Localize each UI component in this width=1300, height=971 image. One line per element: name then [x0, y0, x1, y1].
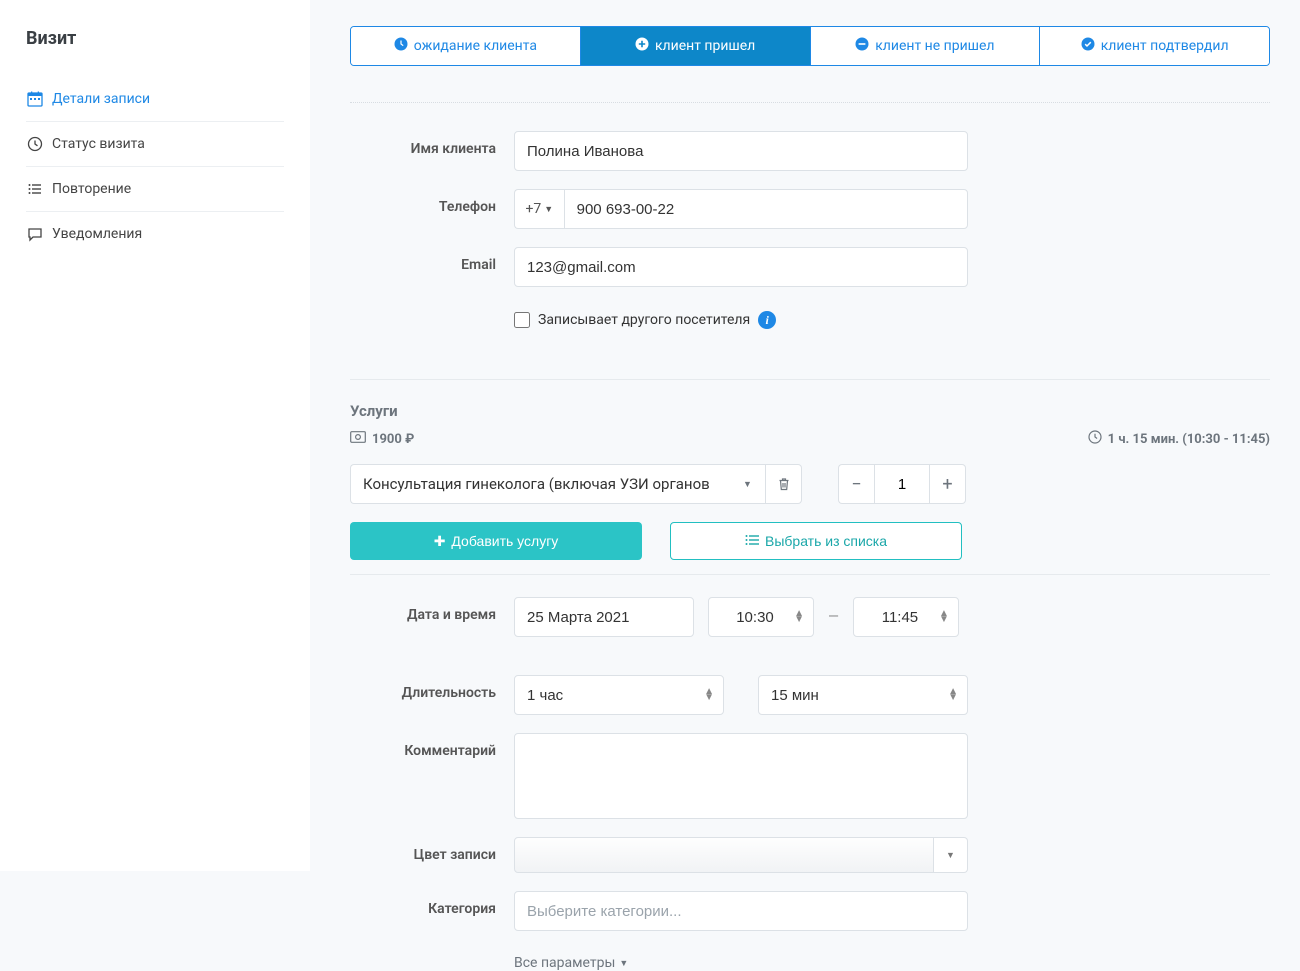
qty-input[interactable] — [874, 464, 930, 504]
service-delete-button[interactable] — [766, 464, 802, 504]
add-service-button[interactable]: ✚ Добавить услугу — [350, 522, 642, 560]
caret-down-icon: ▼ — [619, 958, 628, 969]
time-start-select[interactable] — [708, 597, 814, 637]
status-tab-arrived[interactable]: клиент пришел — [581, 27, 811, 65]
sidebar-item-label: Статус визита — [52, 136, 145, 152]
label-comment: Комментарий — [350, 733, 514, 759]
status-tabs: ожидание клиента клиент пришел клиент не… — [350, 26, 1270, 66]
divider — [350, 102, 1270, 103]
clock-icon — [26, 136, 44, 152]
pick-from-list-button[interactable]: Выбрать из списка — [670, 522, 962, 560]
phone-code-value: +7 — [525, 201, 541, 217]
trash-icon — [777, 477, 791, 491]
main-panel: ожидание клиента клиент пришел клиент не… — [310, 0, 1300, 871]
caret-down-icon: ▼ — [743, 479, 752, 490]
phone-input[interactable] — [564, 189, 968, 229]
label-client-name: Имя клиента — [350, 131, 514, 157]
services-section: Услуги 1900 ₽ 1 ч. 15 мин. (10:30 - 11:4… — [350, 402, 1270, 560]
plus-icon: ✚ — [434, 533, 446, 550]
caret-down-icon: ▼ — [544, 204, 553, 215]
plus-circle-icon — [635, 37, 649, 55]
calendar-icon — [26, 91, 44, 107]
status-tab-noshow[interactable]: клиент не пришел — [811, 27, 1041, 65]
phone-code-select[interactable]: +7 ▼ — [514, 189, 564, 229]
all-params-label: Все параметры — [514, 955, 615, 971]
qty-increase-button[interactable]: + — [930, 464, 966, 504]
check-circle-icon — [1081, 37, 1095, 55]
services-duration: 1 ч. 15 мин. (10:30 - 11:45) — [1108, 432, 1270, 447]
date-input[interactable] — [514, 597, 694, 637]
sidebar-item-repeat[interactable]: Повторение — [26, 167, 284, 212]
time-separator: — — [828, 609, 839, 625]
other-visitor-checkbox[interactable] — [514, 312, 530, 328]
caret-down-icon: ▼ — [946, 850, 955, 861]
client-section: Имя клиента Телефон +7 ▼ Email — [350, 131, 1270, 365]
services-price: 1900 ₽ — [372, 432, 414, 447]
service-select: Консультация гинеколога (включая УЗИ орг… — [350, 464, 802, 504]
list-icon — [26, 181, 44, 197]
clock-icon — [1088, 430, 1102, 448]
money-icon — [350, 431, 366, 447]
label-color: Цвет записи — [350, 837, 514, 863]
minus-circle-icon — [855, 37, 869, 55]
client-name-input[interactable] — [514, 131, 968, 171]
label-category: Категория — [350, 891, 514, 917]
sidebar-item-label: Повторение — [52, 181, 131, 197]
divider — [350, 574, 1270, 575]
color-swatch[interactable] — [514, 837, 934, 873]
divider — [350, 379, 1270, 380]
status-tab-label: клиент не пришел — [875, 38, 994, 54]
label-email: Email — [350, 247, 514, 273]
sidebar-item-label: Детали записи — [52, 91, 150, 107]
list-icon — [745, 533, 759, 549]
sidebar-item-label: Уведомления — [52, 226, 142, 242]
sidebar-item-details[interactable]: Детали записи — [26, 77, 284, 122]
quantity-stepper: − + — [838, 464, 966, 504]
status-tab-label: клиент пришел — [655, 38, 755, 54]
duration-minutes-select[interactable] — [758, 675, 968, 715]
label-phone: Телефон — [350, 189, 514, 215]
status-tab-label: ожидание клиента — [414, 38, 537, 54]
sidebar: Визит Детали записи Статус визита Повтор… — [0, 0, 310, 871]
sidebar-item-status[interactable]: Статус визита — [26, 122, 284, 167]
comment-icon — [26, 226, 44, 242]
service-name-input[interactable]: Консультация гинеколога (включая УЗИ орг… — [350, 464, 730, 504]
all-params-toggle[interactable]: Все параметры ▼ — [514, 955, 628, 971]
sidebar-title: Визит — [26, 28, 284, 49]
service-dropdown-toggle[interactable]: ▼ — [730, 464, 766, 504]
duration-hours-select[interactable] — [514, 675, 724, 715]
other-visitor-label: Записывает другого посетителя — [538, 312, 750, 328]
status-tab-label: клиент подтвердил — [1101, 38, 1229, 54]
color-dropdown-toggle[interactable]: ▼ — [934, 837, 968, 873]
add-service-label: Добавить услугу — [451, 533, 558, 549]
spacer — [350, 305, 514, 315]
label-duration: Длительность — [350, 675, 514, 701]
label-datetime: Дата и время — [350, 597, 514, 623]
status-tab-confirmed[interactable]: клиент подтвердил — [1040, 27, 1269, 65]
clock-fill-icon — [394, 37, 408, 55]
services-title: Услуги — [350, 402, 1270, 420]
info-icon[interactable]: i — [758, 311, 776, 329]
comment-textarea[interactable] — [514, 733, 968, 819]
qty-decrease-button[interactable]: − — [838, 464, 874, 504]
email-input[interactable] — [514, 247, 968, 287]
sidebar-item-notifications[interactable]: Уведомления — [26, 212, 284, 256]
pick-from-list-label: Выбрать из списка — [765, 533, 887, 549]
time-end-select[interactable] — [853, 597, 959, 637]
status-tab-waiting[interactable]: ожидание клиента — [351, 27, 581, 65]
category-input[interactable] — [514, 891, 968, 931]
